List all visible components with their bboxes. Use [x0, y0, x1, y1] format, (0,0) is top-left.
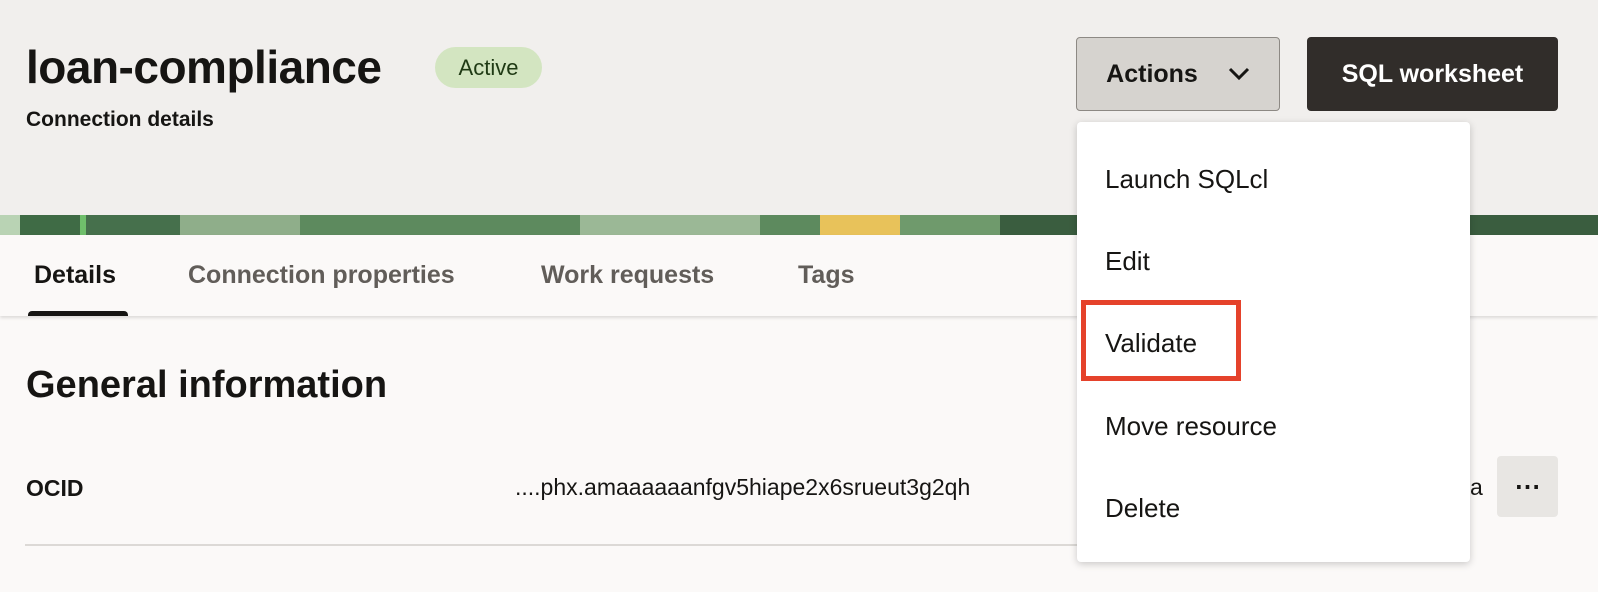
ocid-value-tail: a: [1470, 474, 1483, 500]
status-badge: Active: [435, 47, 542, 88]
page-subtitle: Connection details: [26, 108, 214, 131]
menu-item-edit[interactable]: Edit: [1105, 246, 1150, 277]
divider: [25, 544, 1125, 546]
ocid-label: OCID: [26, 475, 84, 501]
tab-tags[interactable]: Tags: [798, 261, 855, 290]
tab-details[interactable]: Details: [34, 261, 116, 290]
page-title: loan-compliance: [26, 41, 382, 93]
section-title: General information: [26, 364, 388, 406]
active-tab-indicator: [28, 311, 128, 316]
tab-work-requests[interactable]: Work requests: [541, 261, 714, 290]
chevron-down-icon: [1228, 67, 1249, 81]
menu-item-move-resource[interactable]: Move resource: [1105, 411, 1277, 442]
sql-worksheet-button[interactable]: SQL worksheet: [1307, 37, 1558, 111]
actions-label: Actions: [1106, 59, 1198, 88]
more-options-button[interactable]: ⋯: [1497, 456, 1558, 517]
highlight-box: [1081, 300, 1241, 381]
tab-connection-properties[interactable]: Connection properties: [188, 261, 455, 290]
actions-button[interactable]: Actions: [1076, 37, 1280, 111]
menu-item-launch-sqlcl[interactable]: Launch SQLcl: [1105, 164, 1268, 195]
menu-item-delete[interactable]: Delete: [1105, 493, 1180, 524]
ocid-value: ....phx.amaaaaaanfgv5hiape2x6srueut3g2qh: [515, 474, 971, 500]
